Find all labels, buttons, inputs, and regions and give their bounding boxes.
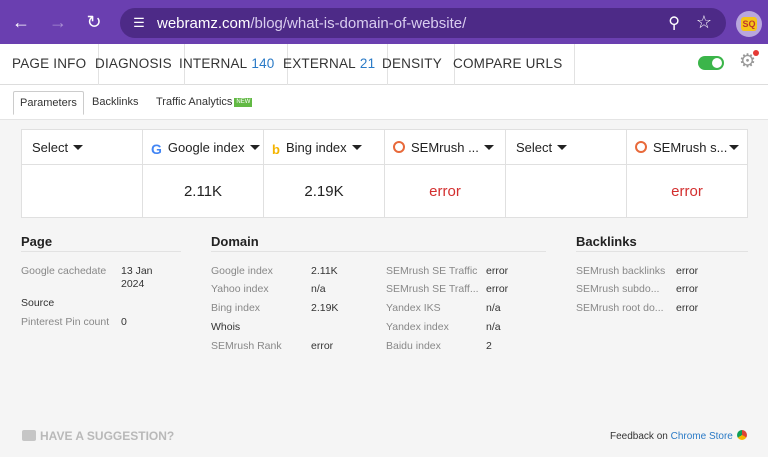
section-divider (576, 251, 748, 252)
extension-button[interactable]: SQ (736, 11, 762, 37)
extension-logo: SQ (741, 17, 757, 31)
label-semrush-se-traffic: SEMrush SE Traffic (386, 265, 478, 277)
column-select-1[interactable]: Select (22, 130, 143, 165)
value-yandex-index: n/a (486, 321, 501, 333)
value-google-cachedate: 13 Jan 2024 (121, 265, 153, 290)
label-semrush-subdomains: SEMrush subdo... (576, 283, 660, 295)
semrush-icon (635, 141, 647, 153)
value-semrush-subdomains: error (676, 283, 699, 295)
value-baidu-index: 2 (486, 340, 492, 352)
value-semrush-se-traffic-price: error (486, 283, 509, 295)
chrome-store-icon (736, 430, 747, 440)
value-select-2 (506, 165, 627, 218)
feedback-text: Feedback on Chrome Store (610, 430, 747, 442)
value-yahoo-index: n/a (311, 283, 326, 295)
reload-icon[interactable]: ↻ (83, 11, 105, 33)
label-semrush-se-traffic-price: SEMrush SE Traff... (386, 283, 479, 295)
browser-toolbar: ← → ↻ ☰ webramz.com/blog/what-is-domain-… (0, 0, 768, 44)
chrome-store-link[interactable]: Chrome Store (671, 431, 733, 442)
dropdown-caret-icon (729, 145, 739, 150)
tab-traffic-analytics[interactable]: Traffic Analytics NEW (150, 91, 258, 115)
column-semrush-2[interactable]: SEMrush s... (627, 130, 747, 165)
index-table: Select G Google index b Bing index SEMrush… (21, 129, 748, 218)
label-yandex-iks: Yandex IKS (386, 302, 441, 314)
tab-parameters[interactable]: Parameters (13, 91, 84, 115)
bing-icon: b (272, 142, 280, 157)
value-semrush-rank: error (311, 340, 334, 352)
value-semrush-se-traffic: error (486, 265, 509, 277)
label-source[interactable]: Source (21, 297, 54, 309)
chat-bubble-icon (22, 430, 36, 441)
extension-menu: PAGE INFO DIAGNOSIS INTERNAL 140 EXTERNAL… (0, 44, 768, 85)
back-arrow-icon[interactable]: ← (10, 11, 32, 33)
value-select-1 (22, 165, 143, 218)
notification-dot (753, 50, 759, 56)
dropdown-caret-icon (249, 145, 260, 150)
column-google-index[interactable]: G Google index (143, 130, 264, 165)
label-yahoo-index: Yahoo index (211, 283, 269, 295)
bookmark-star-icon[interactable]: ☆ (696, 12, 712, 33)
toggle-knob (712, 58, 722, 68)
label-yandex-index: Yandex index (386, 321, 449, 333)
section-title-page: Page (21, 234, 53, 249)
label-pinterest-pin-count: Pinterest Pin count (21, 316, 110, 328)
label-google-index: Google index (211, 265, 273, 277)
value-bing-index: 2.19K (311, 302, 339, 314)
section-divider (211, 251, 546, 252)
content-area: Parameters Backlinks Traffic Analytics NE… (0, 86, 768, 457)
semrush-icon (393, 141, 405, 153)
value-semrush-root-domains: error (676, 302, 699, 314)
value-yandex-iks: n/a (486, 302, 501, 314)
url-text[interactable]: webramz.com/blog/what-is-domain-of-websi… (157, 15, 466, 32)
forward-arrow-icon[interactable]: → (47, 11, 69, 33)
label-whois[interactable]: Whois (211, 321, 240, 333)
value-semrush-backlinks: error (676, 265, 699, 277)
suggestion-link[interactable]: HAVE A SUGGESTION? (22, 429, 174, 443)
section-divider (21, 251, 181, 252)
value-semrush-1: error (385, 165, 506, 218)
value-semrush-2: error (671, 183, 703, 200)
dropdown-caret-icon (351, 145, 362, 150)
label-semrush-rank: SEMrush Rank (211, 340, 282, 352)
section-title-domain: Domain (211, 234, 259, 249)
value-pinterest-pin-count: 0 (121, 316, 127, 328)
value-google-index: 2.11K (311, 265, 338, 277)
subtabs: Parameters Backlinks Traffic Analytics NE… (0, 86, 768, 120)
enable-toggle[interactable] (698, 56, 724, 70)
label-google-cachedate: Google cachedate (21, 265, 107, 277)
menu-internal[interactable]: INTERNAL 140 (167, 44, 288, 85)
dropdown-caret-icon (483, 145, 494, 150)
value-google-index: 2.11K (143, 165, 264, 218)
column-bing-index[interactable]: b Bing index (264, 130, 385, 165)
dropdown-caret-icon (557, 145, 568, 150)
menu-compare-urls[interactable]: COMPARE URLS (441, 44, 576, 85)
value-bing-index: 2.19K (264, 165, 385, 218)
label-semrush-backlinks: SEMrush backlinks (576, 265, 666, 277)
zoom-icon[interactable]: ⚲ (668, 13, 680, 33)
section-title-backlinks: Backlinks (576, 234, 637, 249)
column-select-2[interactable]: Select (506, 130, 627, 165)
address-bar[interactable]: ☰ webramz.com/blog/what-is-domain-of-web… (120, 8, 726, 38)
label-baidu-index: Baidu index (386, 340, 441, 352)
new-badge: NEW (234, 98, 253, 107)
google-icon: G (151, 141, 162, 157)
tab-backlinks[interactable]: Backlinks (86, 91, 144, 115)
column-semrush-1[interactable]: SEMrush ... (385, 130, 506, 165)
label-semrush-root-domains: SEMrush root do... (576, 302, 664, 314)
label-bing-index: Bing index (211, 302, 261, 314)
dropdown-caret-icon (73, 145, 84, 150)
site-settings-icon[interactable]: ☰ (130, 14, 148, 32)
